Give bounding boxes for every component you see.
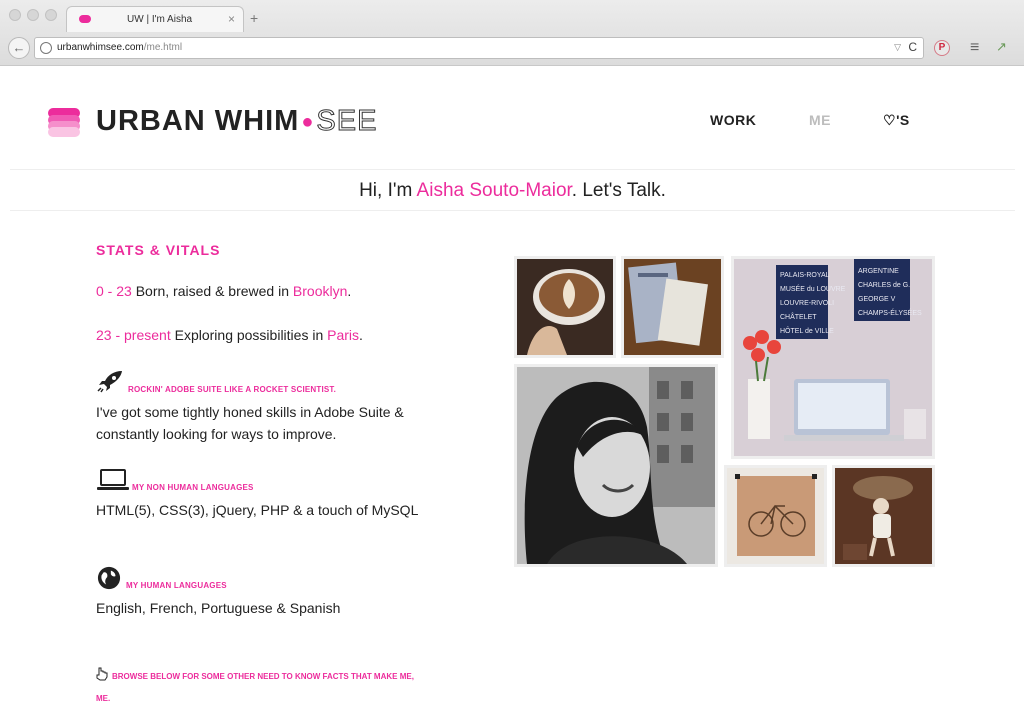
address-bar[interactable]: urbanwhimsee.com/me.html ▽ C: [34, 37, 924, 59]
intro-name: Aisha Souto-Maior: [416, 180, 572, 201]
logo-icon[interactable]: [48, 108, 80, 137]
photo-bike-drawing[interactable]: [724, 465, 827, 567]
feature-text-code: HTML(5), CSS(3), jQuery, PHP & a touch o…: [96, 502, 419, 518]
extension-icon[interactable]: ↗: [996, 39, 1007, 55]
svg-text:PALAIS-ROYAL: PALAIS-ROYAL: [780, 272, 830, 279]
coffee-photo: [517, 259, 613, 355]
photo-papers[interactable]: [621, 256, 724, 358]
svg-text:CHARLES de G.: CHARLES de G.: [858, 282, 910, 289]
portrait-photo: [517, 367, 715, 564]
stat-place: Paris: [327, 327, 360, 343]
stats-heading: STATS & VITALS: [96, 242, 221, 258]
papers-photo: [624, 259, 721, 355]
close-tab-icon[interactable]: ×: [228, 12, 235, 26]
close-window-button[interactable]: [9, 9, 21, 21]
browser-chrome: UW | I'm Aisha × + ← urbanwhimsee.com/me…: [0, 0, 1024, 66]
stat-text: Born, raised & brewed in: [131, 283, 293, 299]
stat-place: Brooklyn: [292, 283, 348, 299]
stat-range: 0 - 23: [96, 283, 132, 299]
stat-line-paris: 23 - present Exploring possibilities in …: [96, 327, 363, 343]
new-tab-button[interactable]: +: [250, 10, 258, 26]
svg-text:CHAMPS-ÉLYSÉES: CHAMPS-ÉLYSÉES: [858, 308, 922, 317]
laptop-icon: [97, 469, 129, 490]
logo-dot: ●: [301, 110, 315, 133]
favicon-icon: [79, 15, 91, 23]
tab-title: UW | I'm Aisha: [127, 14, 193, 25]
globe-icon: [97, 566, 121, 590]
nav-work[interactable]: WORK: [710, 112, 756, 128]
workspace-photo: PALAIS-ROYAL MUSÉE du LOUVRE LOUVRE-RIVO…: [734, 259, 932, 456]
svg-text:CHÂTELET: CHÂTELET: [780, 312, 817, 321]
globe-icon: [40, 42, 52, 54]
stat-end: .: [359, 327, 363, 343]
browser-tab[interactable]: UW | I'm Aisha ×: [66, 6, 244, 32]
heart-icon: ♡: [883, 112, 897, 128]
logo-word-urban-whim: URBAN WHIM: [96, 105, 300, 137]
menu-icon[interactable]: ≡: [970, 39, 979, 57]
url-path: /me.html: [143, 42, 183, 53]
reload-button[interactable]: C: [908, 40, 917, 54]
svg-text:GEORGE V: GEORGE V: [858, 296, 896, 303]
page-content: URBAN WHIM ●SEE WORK ME ♡'S Hi, I'm Aisha…: [10, 70, 1015, 713]
photo-portrait[interactable]: [514, 364, 718, 567]
svg-text:HÔTEL de VILLE: HÔTEL de VILLE: [780, 326, 834, 335]
site-logo[interactable]: URBAN WHIM ●SEE: [96, 105, 377, 138]
photo-latte[interactable]: [514, 256, 616, 358]
intro-prefix: Hi, I'm: [359, 180, 417, 201]
svg-text:LOUVRE-RIVOLI: LOUVRE-RIVOLI: [780, 300, 834, 307]
pinterest-button[interactable]: P: [934, 40, 950, 56]
maximize-window-button[interactable]: [45, 9, 57, 21]
photo-workspace[interactable]: PALAIS-ROYAL MUSÉE du LOUVRE LOUVRE-RIVO…: [731, 256, 935, 459]
browser-toolbar: ← urbanwhimsee.com/me.html ▽ C P ≡ ↗: [0, 34, 1024, 62]
feature-text-languages: English, French, Portuguese & Spanish: [96, 600, 341, 616]
url-text: urbanwhimsee.com/me.html: [57, 42, 182, 53]
svg-text:ARGENTINE: ARGENTINE: [858, 268, 899, 275]
dropdown-icon[interactable]: ▽: [894, 42, 901, 53]
child-photo: [835, 468, 932, 564]
photo-child[interactable]: [832, 465, 935, 567]
feature-label-adobe: ROCKIN' ADOBE SUITE LIKE A ROCKET SCIENT…: [128, 385, 337, 394]
site-header: URBAN WHIM ●SEE WORK ME ♡'S: [10, 70, 1015, 170]
intro-banner: Hi, I'm Aisha Souto-Maior. Let's Talk.: [10, 171, 1015, 211]
browse-note: BROWSE BELOW FOR SOME OTHER NEED TO KNOW…: [96, 666, 416, 710]
nav-me[interactable]: ME: [809, 112, 831, 128]
svg-text:MUSÉE du LOUVRE: MUSÉE du LOUVRE: [780, 284, 846, 293]
feature-label-languages: MY HUMAN LANGUAGES: [126, 581, 227, 590]
bike-drawing-photo: [727, 468, 824, 564]
minimize-window-button[interactable]: [27, 9, 39, 21]
logo-word-see: SEE: [316, 105, 378, 138]
back-button[interactable]: ←: [8, 37, 30, 59]
feature-text-adobe: I've got some tightly honed skills in Ad…: [96, 404, 404, 442]
stat-range: 23 - present: [96, 327, 171, 343]
rocket-icon: [97, 371, 122, 393]
feature-label-code: MY NON HUMAN LANGUAGES: [132, 483, 254, 492]
browse-note-text: BROWSE BELOW FOR SOME OTHER NEED TO KNOW…: [96, 672, 414, 703]
intro-suffix: . Let's Talk.: [571, 180, 666, 201]
url-host: urbanwhimsee.com: [57, 42, 144, 53]
nav-hearts[interactable]: ♡'S: [883, 112, 910, 129]
stat-line-brooklyn: 0 - 23 Born, raised & brewed in Brooklyn…: [96, 283, 351, 299]
stat-text: Exploring possibilities in: [170, 327, 328, 343]
stat-end: .: [347, 283, 352, 299]
nav-hearts-suffix: 'S: [896, 112, 910, 128]
